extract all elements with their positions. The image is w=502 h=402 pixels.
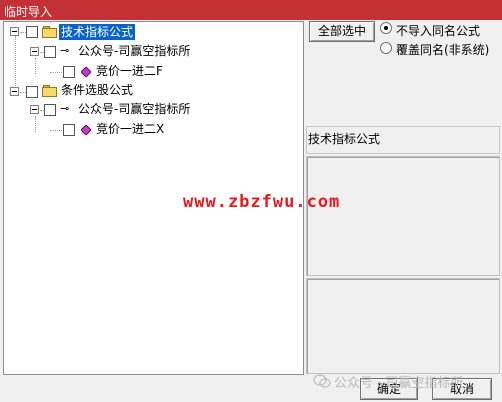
- tree-line: [35, 116, 36, 132]
- description-panel: [306, 156, 500, 276]
- account-watermark: 公众号 · 司赢空指标所: [334, 376, 464, 391]
- window-title: 临时导入: [4, 5, 53, 19]
- title-bar: 临时导入: [0, 0, 502, 20]
- tree-line: [50, 130, 62, 131]
- key-icon: ⊸: [60, 102, 70, 115]
- checkbox-group-1-leaf[interactable]: [63, 66, 75, 78]
- tree-group-2-leaf-label[interactable]: 竞价一进二X: [96, 121, 164, 137]
- checkbox-group-2-leaf[interactable]: [63, 124, 75, 136]
- formula-type-label: 技术指标公式: [308, 132, 381, 146]
- key-icon: ⊸: [60, 44, 70, 57]
- tree-group-1-leaf-label[interactable]: 竞价一进二F: [96, 63, 163, 79]
- checkbox-group-2-child[interactable]: [44, 104, 56, 116]
- radio-overwrite-duplicates[interactable]: [380, 42, 392, 54]
- tree-line: [50, 72, 62, 73]
- formula-type-panel: 技术指标公式: [306, 126, 500, 154]
- wechat-icon: [313, 374, 331, 388]
- folder-icon: [42, 85, 58, 97]
- collapse-toggle-group-1[interactable]: [10, 27, 19, 36]
- radio-skip-duplicates[interactable]: [380, 22, 392, 34]
- collapse-toggle-group-2-child[interactable]: [30, 105, 39, 114]
- parameters-panel: [306, 278, 500, 374]
- select-all-button[interactable]: 全部选中: [309, 21, 375, 42]
- formula-gem-icon: [81, 67, 91, 77]
- tree-group-2-child-label[interactable]: 公众号-司赢空指标所: [78, 101, 190, 117]
- radio-skip-duplicates-label[interactable]: 不导入同名公式: [396, 22, 480, 39]
- tree-group-2-label[interactable]: 条件选股公式: [61, 82, 133, 98]
- collapse-toggle-group-1-child[interactable]: [30, 47, 39, 56]
- tree-group-1-child-label[interactable]: 公众号-司赢空指标所: [78, 43, 190, 59]
- checkbox-group-2[interactable]: [26, 86, 38, 98]
- radio-overwrite-duplicates-label[interactable]: 覆盖同名(非系统): [396, 41, 489, 58]
- tree-group-1-label[interactable]: 技术指标公式: [59, 24, 136, 40]
- checkbox-group-1[interactable]: [26, 26, 38, 38]
- site-watermark: www.zbzfwu.com: [183, 192, 341, 212]
- collapse-toggle-group-2[interactable]: [10, 87, 19, 96]
- folder-icon: [42, 26, 58, 38]
- checkbox-group-1-child[interactable]: [44, 46, 56, 58]
- tree-line: [35, 58, 36, 74]
- tree-line: [15, 36, 16, 94]
- formula-gem-icon: [81, 125, 91, 135]
